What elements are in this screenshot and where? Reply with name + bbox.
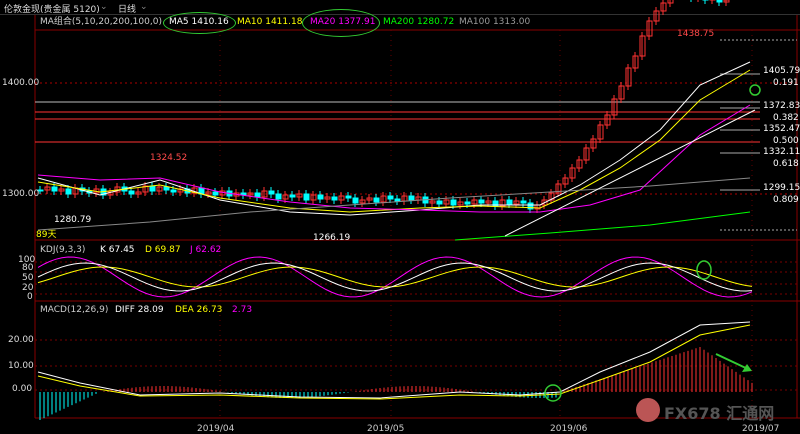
time-axis-label: 2019/05: [367, 424, 405, 434]
candle-body: [51, 186, 58, 192]
candle-body: [128, 190, 135, 195]
price-chart[interactable]: [0, 0, 800, 434]
time-axis-label: 2019/06: [550, 424, 588, 434]
macd-diff-line: [37, 321, 751, 399]
candle-body: [170, 189, 177, 193]
candle-body: [450, 199, 457, 206]
macd-label[interactable]: MACD(12,26,9): [40, 304, 108, 317]
candle-body: [65, 188, 72, 195]
macd-dea-line: [37, 324, 751, 400]
time-axis-label: 2019/07: [742, 424, 780, 434]
fib-price-label: 1352.47: [763, 124, 800, 134]
candle-body: [149, 185, 156, 192]
macd-axis-label: 0.00: [12, 384, 33, 394]
candle-body: [212, 191, 219, 196]
candle-body: [520, 200, 527, 204]
price-axis-label: 1400.00: [2, 78, 40, 88]
kdj-axis-label: 50: [22, 273, 34, 283]
candle-body: [268, 190, 275, 195]
kdj-axis-label: 80: [22, 263, 34, 273]
price-axis-label: 1300.00: [2, 189, 40, 199]
fib-ratio-label: 0.500: [773, 136, 799, 146]
candle-body: [303, 193, 310, 201]
candle-body: [436, 200, 443, 205]
kdj-j-value: J 62.62: [190, 245, 222, 255]
fib-price-label: 1332.11: [763, 147, 800, 157]
watermark: FX678 汇通网: [664, 404, 775, 423]
ma10-value: MA10 1411.18: [237, 17, 303, 27]
candle-body: [478, 199, 485, 204]
macd-diff-value: DIFF 28.09: [115, 305, 164, 315]
fib-price-label: 1372.83: [763, 101, 800, 111]
kdj-axis-label: 0: [27, 292, 33, 302]
candle-body: [373, 197, 380, 203]
fib-ratio-label: 0.191: [773, 78, 799, 88]
candle-body: [289, 194, 296, 198]
macd-hist-value: 2.73: [232, 305, 253, 315]
ma200-line: [454, 211, 751, 241]
ma100-value: MA100 1313.00: [459, 17, 531, 27]
candle-body: [464, 201, 471, 205]
kdj-label[interactable]: KDJ(9,3,3): [40, 244, 85, 257]
trend-line: [504, 109, 756, 237]
fib-price-label: 1299.15: [763, 183, 800, 193]
highlight-circle: [696, 260, 712, 280]
high-price-label: 1438.75: [677, 29, 715, 39]
candle-body: [394, 198, 401, 202]
candle-body: [275, 193, 282, 200]
fib-price-label: 1405.79: [763, 66, 800, 76]
candle-body: [716, 0, 723, 3]
highlight-circle: [163, 12, 236, 34]
candle-body: [345, 195, 352, 199]
macd-axis-label: 10.00: [8, 361, 34, 371]
candle-body: [163, 186, 170, 191]
day-count-label: 89天: [36, 230, 57, 240]
watermark-logo-icon: [636, 398, 660, 422]
candle-body: [331, 196, 338, 201]
candle-body: [352, 197, 359, 204]
macd-dea-value: DEA 26.73: [175, 305, 223, 315]
swing-low-label: 1280.79: [54, 215, 92, 225]
swing-low-label: 1266.19: [313, 233, 351, 243]
kdj-k-value: K 67.45: [100, 245, 135, 255]
candle-body: [408, 195, 415, 201]
highlight-circle: [302, 9, 380, 37]
ma200-value: MA200 1280.72: [383, 17, 455, 27]
candle-body: [387, 195, 394, 200]
candle-body: [254, 192, 261, 198]
fib-ratio-label: 0.809: [773, 195, 799, 205]
ma-group-label[interactable]: MA组合(5,10,20,200,100,0): [40, 16, 162, 29]
time-axis-label: 2019/04: [197, 424, 235, 434]
kdj-d-value: D 69.87: [145, 245, 181, 255]
candle-body: [506, 199, 513, 205]
macd-axis-label: 20.00: [8, 335, 34, 345]
fib-ratio-label: 0.382: [773, 113, 799, 123]
swing-high-label: 1324.52: [150, 153, 188, 163]
fib-ratio-label: 0.618: [773, 159, 799, 169]
candle-body: [317, 194, 324, 200]
